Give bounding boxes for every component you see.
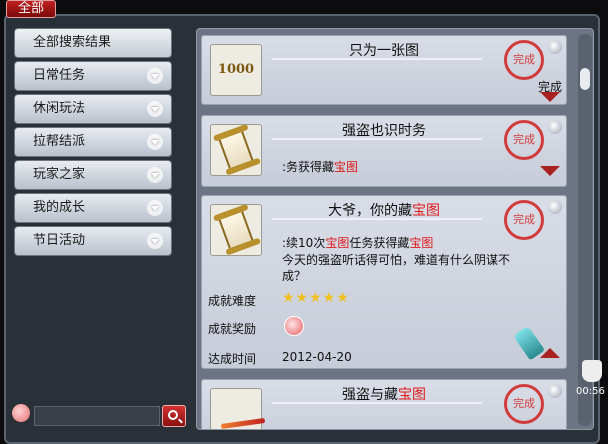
achievement-list: 1000 只为一张图 完成 完成 强盗也识时务 :务获得藏宝图 完成 大爷，你的… xyxy=(196,28,594,430)
search-button[interactable] xyxy=(162,405,186,427)
desc-text: :续10次 xyxy=(282,236,326,250)
sword-icon xyxy=(220,417,266,429)
lock-icon[interactable] xyxy=(548,40,562,54)
achievement-card[interactable]: 强盗与藏宝图 完成 xyxy=(201,379,567,429)
completed-stamp: 完成 xyxy=(504,384,544,424)
sidebar-item-factions[interactable]: 拉帮结派 xyxy=(14,127,172,157)
chevron-down-icon xyxy=(147,167,163,183)
title-highlight: 宝图 xyxy=(398,387,426,403)
sidebar-item-festival-events[interactable]: 节日活动 xyxy=(14,226,172,256)
title-text: 大爷，你的藏 xyxy=(328,203,412,219)
peach-reward-icon[interactable] xyxy=(284,316,304,336)
achievement-desc: :务获得藏宝图 xyxy=(282,158,358,175)
completed-stamp: 完成 xyxy=(504,200,544,240)
sidebar-item-label: 玩家之家 xyxy=(33,167,86,182)
title-divider xyxy=(272,138,482,140)
desc-text: 任务获得藏 xyxy=(349,236,410,250)
sidebar-item-casual-play[interactable]: 休闲玩法 xyxy=(14,94,172,124)
sidebar-item-daily-tasks[interactable]: 日常任务 xyxy=(14,61,172,91)
sidebar-item-label: 全部搜索结果 xyxy=(33,35,112,50)
chevron-down-icon xyxy=(147,101,163,117)
achievement-card-expanded[interactable]: 大爷，你的藏宝图 :续10次宝图任务获得藏宝图 今天的强盗听话得可怕，难道有什么… xyxy=(201,195,567,369)
difficulty-label: 成就难度 xyxy=(208,294,257,308)
chevron-down-icon xyxy=(147,233,163,249)
achievement-card[interactable]: 1000 只为一张图 完成 完成 xyxy=(201,35,567,105)
title-divider xyxy=(272,58,482,60)
peach-icon xyxy=(12,404,30,422)
title-text: 强盗与藏 xyxy=(342,387,398,403)
title-highlight: 宝图 xyxy=(412,203,440,219)
scrollbar-thumb[interactable] xyxy=(580,68,590,90)
sidebar-item-label: 我的成长 xyxy=(33,200,86,215)
lock-icon[interactable] xyxy=(548,384,562,398)
clock-time: 00:56 xyxy=(576,386,605,397)
chevron-down-icon xyxy=(147,200,163,216)
search-icon xyxy=(168,410,178,420)
tab-all[interactable]: 全部 xyxy=(6,0,56,18)
sidebar-item-player-home[interactable]: 玩家之家 xyxy=(14,160,172,190)
lock-icon[interactable] xyxy=(548,120,562,134)
hand-cursor-icon xyxy=(582,360,602,382)
expand-arrow-icon[interactable] xyxy=(540,92,560,102)
completed-stamp: 完成 xyxy=(504,40,544,80)
search-input[interactable] xyxy=(34,406,160,426)
chevron-down-icon xyxy=(147,68,163,84)
sidebar: 全部搜索结果 日常任务 休闲玩法 拉帮结派 玩家之家 我的成长 节日活动 xyxy=(14,28,172,259)
difficulty-stars: ★★★★★ xyxy=(282,290,350,306)
collapse-arrow-icon[interactable] xyxy=(540,348,560,358)
reward-label: 成就奖励 xyxy=(208,322,257,336)
title-divider xyxy=(272,402,482,404)
desc-highlight: 宝图 xyxy=(409,236,434,250)
achievement-flavor: 今天的强盗听话得可怕，难道有什么阴谋不成？ xyxy=(282,253,511,283)
chevron-down-icon xyxy=(147,134,163,150)
lock-icon[interactable] xyxy=(548,200,562,214)
title-divider xyxy=(272,218,482,220)
achievement-card[interactable]: 强盗也识时务 :务获得藏宝图 完成 xyxy=(201,115,567,187)
desc-highlight: 宝图 xyxy=(325,236,350,250)
expand-arrow-icon[interactable] xyxy=(540,166,560,176)
sidebar-item-label: 节日活动 xyxy=(33,233,86,248)
sidebar-item-label: 拉帮结派 xyxy=(33,134,86,149)
date-value: 2012-04-20 xyxy=(282,350,352,364)
sidebar-item-all-results[interactable]: 全部搜索结果 xyxy=(14,28,172,58)
completed-stamp: 完成 xyxy=(504,120,544,160)
sidebar-item-label: 休闲玩法 xyxy=(33,101,86,116)
sidebar-item-label: 日常任务 xyxy=(33,68,86,83)
sidebar-item-my-growth[interactable]: 我的成长 xyxy=(14,193,172,223)
desc-highlight: 宝图 xyxy=(334,160,359,174)
date-label: 达成时间 xyxy=(208,352,257,366)
desc-text: :务获得藏 xyxy=(282,160,335,174)
achievement-desc: :续10次宝图任务获得藏宝图 xyxy=(282,234,433,251)
